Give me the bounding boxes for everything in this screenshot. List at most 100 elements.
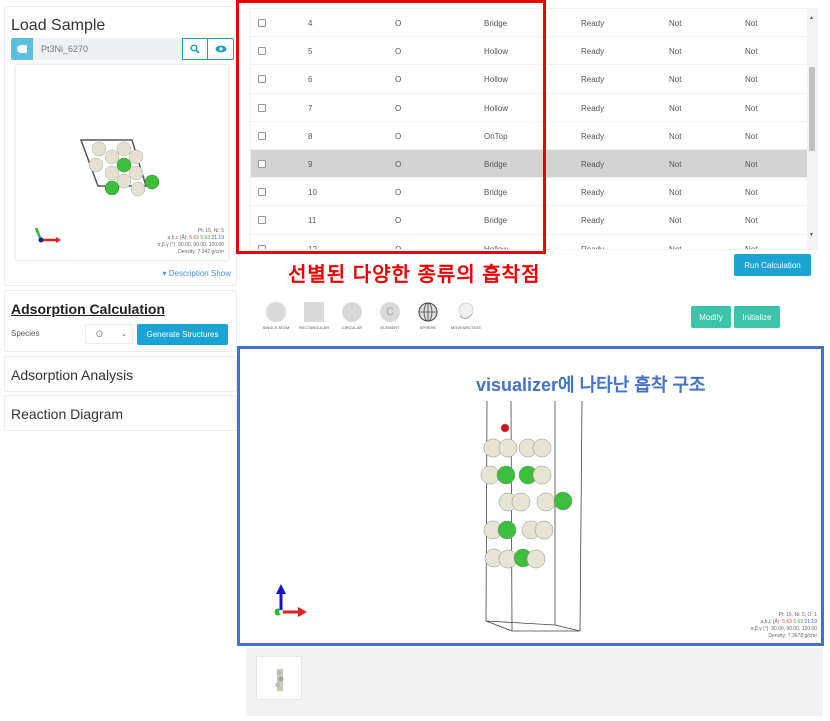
atoms-top <box>88 141 160 197</box>
row-calc-state: Not <box>669 75 682 85</box>
row-id: 10 <box>308 188 317 198</box>
table-row[interactable]: 8 O OnTop Ready Not Not <box>251 122 809 150</box>
table-row[interactable]: 12 O Hollow Ready Not Not <box>251 235 809 250</box>
row-species: O <box>395 244 402 250</box>
row-status: Ready <box>581 244 605 250</box>
row-species: O <box>395 131 402 141</box>
right-panel: 4 O Bridge Ready Not Not 5 O Hollow Ready Not Not 6 O… <box>236 0 830 721</box>
o-atom <box>500 423 510 433</box>
row-checkbox[interactable] <box>258 216 266 225</box>
pt-atom <box>536 492 556 512</box>
structure-thumbnail-strip <box>246 648 823 716</box>
table-row[interactable]: 5 O Hollow Ready Not Not <box>251 37 809 66</box>
row-site: OnTop <box>484 131 508 141</box>
annotation-red-text: 선별된 다양한 종류의 흡착점 <box>288 264 541 286</box>
circular-icon <box>342 302 362 322</box>
modify-button[interactable]: Modify <box>691 306 731 328</box>
description-show-link[interactable]: ▾ Description Show <box>163 269 232 278</box>
row-checkbox[interactable] <box>258 19 266 27</box>
sample-name-input[interactable]: Pt3Ni_6270 <box>33 38 182 60</box>
row-calc-state: Not <box>669 131 682 141</box>
side-view-atoms <box>480 423 573 569</box>
row-checkbox[interactable] <box>258 103 266 112</box>
row-checkbox[interactable] <box>258 47 266 56</box>
row-id: 7 <box>308 103 313 113</box>
search-icon <box>190 44 200 54</box>
row-checkbox[interactable] <box>258 159 266 168</box>
adsorption-calculation-title[interactable]: Adsorption Calculation <box>11 301 165 317</box>
row-status: Ready <box>581 47 605 57</box>
structures-table-body: 4 O Bridge Ready Not Not 5 O Hollow Ready Not Not 6 O… <box>251 9 809 250</box>
row-species: O <box>395 19 402 28</box>
tool-move-rotate[interactable]: MOVE&ROTATE <box>448 302 484 330</box>
run-calculation-button[interactable]: Run Calculation <box>734 254 811 276</box>
table-scrollbar[interactable]: ▲ ▼ <box>807 9 817 249</box>
row-site: Hollow <box>484 244 509 250</box>
table-row[interactable]: 9 O Bridge Ready Not Not <box>251 149 809 179</box>
ni-atom <box>553 491 573 511</box>
table-row[interactable]: 11 O Bridge Ready Not Not <box>251 206 809 235</box>
row-result-state: Not <box>745 188 758 198</box>
row-status: Ready <box>581 19 605 28</box>
row-checkbox[interactable] <box>258 75 266 84</box>
row-result-state: Not <box>745 75 758 85</box>
search-button[interactable] <box>182 38 208 60</box>
species-select[interactable]: O ⌄ <box>85 324 133 344</box>
row-id: 5 <box>308 47 313 57</box>
table-row[interactable]: 4 O Bridge Ready Not Not <box>251 9 809 38</box>
table-row[interactable]: 7 O Hollow Ready Not Not <box>251 94 809 122</box>
row-result-state: Not <box>745 19 758 28</box>
row-calc-state: Not <box>669 159 682 169</box>
pt-atom <box>532 438 552 458</box>
sample-structure-viewer[interactable]: Pt: 15, Ni: 5 a,b,c (Å): 5.63 5.63 21.19… <box>16 65 228 260</box>
row-status: Ready <box>581 159 605 169</box>
viewer-toolbar: SINGLE ATOM RECTANGULAR CIRCULAR C ELEME… <box>258 302 484 330</box>
tool-rectangular[interactable]: RECTANGULAR <box>296 302 332 330</box>
tool-sphere[interactable]: SPHERE <box>410 302 446 330</box>
row-checkbox[interactable] <box>258 131 266 140</box>
tag-icon[interactable] <box>11 38 33 60</box>
row-species: O <box>395 75 402 85</box>
initialize-button[interactable]: Initialize <box>734 306 780 328</box>
table-row[interactable]: 6 O Hollow Ready Not Not <box>251 65 809 94</box>
row-calc-state: Not <box>669 244 682 250</box>
row-site: Hollow <box>484 47 509 57</box>
table-row[interactable]: 10 O Bridge Ready Not Not <box>251 178 809 207</box>
row-site: Bridge <box>484 216 508 226</box>
row-result-state: Not <box>745 47 758 57</box>
scroll-up-icon[interactable]: ▲ <box>809 15 814 21</box>
structure-visualizer[interactable]: visualizer에 나타난 흡착 구조 Pt: 15, Ni: 5, O: … <box>237 346 824 646</box>
pt-atom <box>511 492 531 512</box>
reaction-diagram-card[interactable]: Reaction Diagram <box>4 395 237 431</box>
row-species: O <box>395 47 402 57</box>
tool-circular[interactable]: CIRCULAR <box>334 302 370 330</box>
row-site: Bridge <box>484 19 508 28</box>
adsorption-analysis-card[interactable]: Adsorption Analysis <box>4 356 237 392</box>
row-result-state: Not <box>745 131 758 141</box>
chevron-down-icon: ⌄ <box>121 331 127 338</box>
row-checkbox[interactable] <box>258 188 266 197</box>
left-panel: Load Sample Pt3Ni_6270 Pt: 15, Ni: 5 a,b… <box>0 0 240 721</box>
row-id: 9 <box>308 159 313 169</box>
unit-cell-lines <box>485 400 583 632</box>
reaction-diagram-title[interactable]: Reaction Diagram <box>11 406 123 422</box>
ni-atom <box>496 465 516 485</box>
generate-structures-button[interactable]: Generate Structures <box>137 324 228 345</box>
row-id: 8 <box>308 131 313 141</box>
rectangular-icon <box>304 302 324 322</box>
row-checkbox[interactable] <box>258 244 266 249</box>
structure-thumbnail[interactable] <box>256 656 302 700</box>
ni-atom <box>497 520 517 540</box>
axes-gizmo <box>34 227 61 243</box>
row-result-state: Not <box>745 103 758 113</box>
view-button[interactable] <box>208 38 234 60</box>
tool-single-atom[interactable]: SINGLE ATOM <box>258 302 294 330</box>
row-status: Ready <box>581 216 605 226</box>
pt-atom <box>480 465 500 485</box>
scroll-down-icon[interactable]: ▼ <box>809 232 814 238</box>
row-id: 12 <box>308 244 317 250</box>
tool-element[interactable]: C ELEMENT <box>372 302 408 330</box>
row-id: 11 <box>308 216 317 226</box>
scrollbar-thumb[interactable] <box>809 67 815 151</box>
adsorption-analysis-title[interactable]: Adsorption Analysis <box>11 367 133 383</box>
